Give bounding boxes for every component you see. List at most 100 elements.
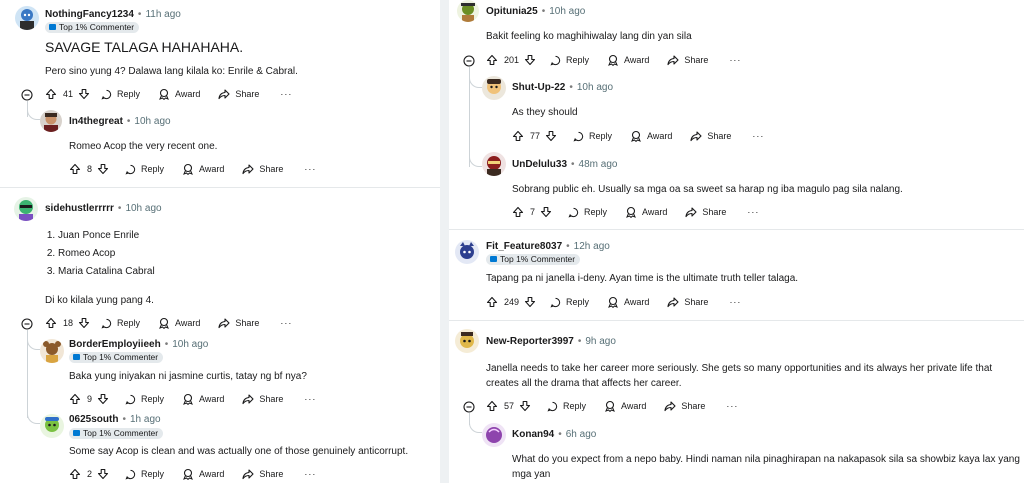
comment-actions: 201 Reply Award Share ··· [486,53,741,67]
more-options-button[interactable]: ··· [747,207,759,217]
downvote-icon[interactable] [97,468,109,480]
more-options-button[interactable]: ··· [729,297,741,307]
upvote-icon[interactable] [486,54,498,66]
comment-body: Janella needs to take her career more se… [486,363,993,389]
reply-button[interactable]: Reply [573,131,612,142]
share-icon [690,131,702,142]
award-button[interactable]: Award [625,206,667,218]
author-name[interactable]: UnDelulu33 [512,159,567,170]
author-name[interactable]: sidehustlerrrrr [45,203,114,214]
avatar[interactable] [457,0,479,22]
upvote-icon[interactable] [512,206,524,218]
award-icon [608,54,618,66]
reply-button[interactable]: Reply [101,89,140,100]
avatar[interactable] [40,110,62,132]
author-name[interactable]: 0625south [69,414,118,425]
reply-button[interactable]: Reply [125,164,164,175]
award-button[interactable]: Award [158,317,200,329]
author-name[interactable]: Fit_Feature8037 [486,241,562,252]
award-button[interactable]: Award [182,163,224,175]
share-icon [242,469,254,480]
thread-connector [27,337,40,350]
avatar[interactable] [482,76,506,100]
award-button[interactable]: Award [182,393,224,405]
award-button[interactable]: Award [607,54,649,66]
share-button[interactable]: Share [242,468,283,480]
downvote-icon[interactable] [78,88,90,100]
upvote-icon[interactable] [69,468,81,480]
more-options-button[interactable]: ··· [304,394,316,404]
upvote-icon[interactable] [45,88,57,100]
avatar[interactable] [455,240,479,264]
upvote-icon[interactable] [69,163,81,175]
avatar[interactable] [40,339,64,363]
vote-score: 57 [504,401,515,411]
downvote-icon[interactable] [524,54,536,66]
reply-icon [125,394,136,404]
reply-button[interactable]: Reply [125,394,164,405]
upvote-icon[interactable] [486,400,498,412]
author-name[interactable]: BorderEmployiieeh [69,339,161,350]
upvote-icon[interactable] [512,130,524,142]
reply-button[interactable]: Reply [101,318,140,329]
share-button[interactable]: Share [690,130,731,142]
upvote-icon[interactable] [45,317,57,329]
author-name[interactable]: Opitunia25 [486,6,538,17]
more-options-button[interactable]: ··· [304,469,316,479]
downvote-icon[interactable] [524,296,536,308]
avatar[interactable] [14,197,38,221]
vote-score: 18 [63,318,74,328]
share-button[interactable]: Share [685,206,726,218]
more-options-button[interactable]: ··· [280,89,292,99]
more-options-button[interactable]: ··· [304,164,316,174]
reply-button[interactable]: Reply [568,207,607,218]
author-name[interactable]: NothingFancy1234 [45,9,134,20]
comment-body: Baka yung iniyakan ni jasmine curtis, ta… [69,371,307,382]
downvote-icon[interactable] [540,206,552,218]
award-button[interactable]: Award [158,88,200,100]
share-button[interactable]: Share [242,393,283,405]
award-button[interactable]: Award [182,468,224,480]
thread-connector [469,75,482,88]
reply-button[interactable]: Reply [125,469,164,480]
thread-connector [27,411,40,424]
reply-button[interactable]: Reply [550,55,589,66]
author-name[interactable]: In4thegreat [69,116,123,127]
downvote-icon[interactable] [97,163,109,175]
share-button[interactable]: Share [218,88,259,100]
share-button[interactable]: Share [667,296,708,308]
comment-actions: 249 Reply Award Share ··· [486,295,741,309]
author-name[interactable]: Shut-Up-22 [512,82,565,93]
author-name[interactable]: Konan94 [512,429,554,440]
avatar[interactable] [482,152,506,176]
reply-button[interactable]: Reply [550,297,589,308]
avatar[interactable] [40,414,64,438]
timestamp: 11h ago [145,9,181,20]
share-button[interactable]: Share [242,163,283,175]
reply-button[interactable]: Reply [547,401,586,412]
avatar[interactable] [15,6,39,30]
downvote-icon[interactable] [545,130,557,142]
comment-body: Some say Acop is clean and was actually … [69,446,409,457]
comment-body: What do you expect from a nepo baby. Hin… [512,454,1020,480]
more-options-button[interactable]: ··· [280,318,292,328]
share-button[interactable]: Share [218,317,259,329]
downvote-icon[interactable] [97,393,109,405]
comment-actions: 2 Reply Award Share ··· [69,467,316,481]
award-icon [626,206,636,218]
author-name[interactable]: New-Reporter3997 [486,336,574,347]
avatar[interactable] [482,423,506,447]
downvote-icon[interactable] [519,400,531,412]
downvote-icon[interactable] [78,317,90,329]
more-options-button[interactable]: ··· [726,401,738,411]
upvote-icon[interactable] [486,296,498,308]
award-button[interactable]: Award [607,296,649,308]
share-button[interactable]: Share [667,54,708,66]
upvote-icon[interactable] [69,393,81,405]
more-options-button[interactable]: ··· [729,55,741,65]
share-button[interactable]: Share [664,400,705,412]
avatar[interactable] [455,329,479,353]
award-button[interactable]: Award [604,400,646,412]
award-button[interactable]: Award [630,130,672,142]
more-options-button[interactable]: ··· [752,131,764,141]
